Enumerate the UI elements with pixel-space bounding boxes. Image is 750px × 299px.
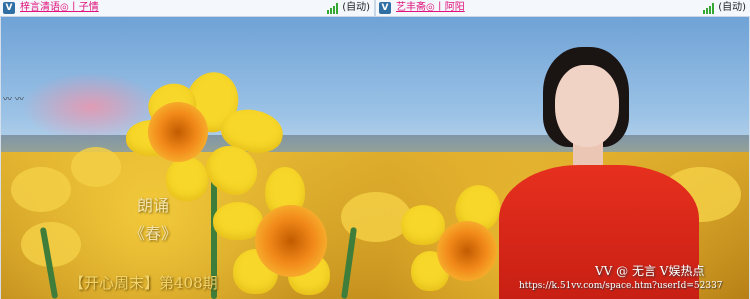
signal-bars-icon: [703, 3, 715, 14]
room-title-link[interactable]: 梓言清语◎丨子情: [20, 0, 99, 16]
room-title-link[interactable]: 艺丰斋◎丨阿阳: [396, 0, 465, 16]
overlay-episode-label: 【开心周末】第408期: [69, 274, 218, 292]
video-player[interactable]: 〰 〰 朗诵 《春》 【开心周末】第408期 VV @ 无言 V娱热点 http…: [0, 17, 750, 299]
signal-bars-icon: [327, 3, 339, 14]
watermark-url: https://k.51vv.com/space.htm?userId=5233…: [519, 281, 723, 291]
blurred-flower: [71, 147, 121, 187]
v-logo-icon: V: [3, 2, 15, 14]
top-bar: V 梓言清语◎丨子情 (自动) V 艺丰斋◎丨阿阳 (自动): [0, 0, 750, 17]
room-slot-right[interactable]: V 艺丰斋◎丨阿阳 (自动): [376, 0, 750, 16]
daffodil-second: [213, 167, 343, 299]
overlay-reading-label: 朗诵: [137, 196, 170, 215]
overlay-poem-title: 《春》: [129, 224, 178, 243]
watermark-text: VV @ 无言 V娱热点: [595, 264, 705, 278]
app-frame: V 梓言清语◎丨子情 (自动) V 艺丰斋◎丨阿阳 (自动) 〰 〰 朗诵 《春…: [0, 0, 750, 299]
auto-mode-label[interactable]: (自动): [718, 0, 746, 16]
daffodil-third: [401, 178, 511, 299]
birds-decoration: 〰 〰: [3, 95, 24, 105]
auto-mode-label[interactable]: (自动): [342, 0, 370, 16]
v-logo-icon: V: [379, 2, 391, 14]
blurred-flower: [11, 167, 71, 212]
room-slot-left[interactable]: V 梓言清语◎丨子情 (自动): [0, 0, 374, 16]
